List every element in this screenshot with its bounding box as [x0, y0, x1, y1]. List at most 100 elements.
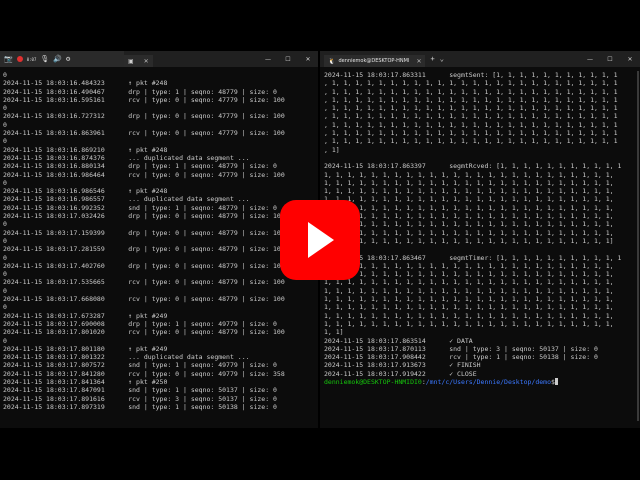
terminal-line: 2024-11-15 18:03:17.690008 drp | type: 1…: [3, 319, 277, 328]
terminal-line: , 1, 1, 1, 1, 1, 1, 1, 1, 1, 1, 1, 1, 1,…: [324, 112, 618, 121]
terminal-line: 2024-11-15 18:03:17.897319 snd | type: 1…: [3, 402, 277, 411]
terminal-line: 2024-11-15 18:03:17.673287 ↑ pkt #249: [3, 311, 168, 320]
terminal-line: 1, 1, 1, 1, 1, 1, 1, 1, 1, 1, 1, 1, 1, 1…: [324, 212, 614, 221]
terminal-line: , 1, 1, 1, 1, 1, 1, 1, 1, 1, 1, 1, 1, 1,…: [324, 129, 618, 138]
terminal-line: 2024-11-15 18:03:17.863397 segmtRcved: […: [324, 162, 622, 171]
terminal-line: 1, 1, 1, 1, 1, 1, 1, 1, 1, 1, 1, 1, 1, 1…: [324, 187, 614, 196]
terminal-line: 1, 1, 1, 1, 1, 1, 1, 1, 1, 1, 1, 1, 1, 1…: [324, 195, 614, 204]
microphone-icon[interactable]: 🎙: [40, 55, 49, 63]
terminal-line: 2024-11-15 18:03:17.863311 segmtSent: [1…: [324, 71, 618, 79]
terminal-line: , 1, 1, 1, 1, 1, 1, 1, 1, 1, 1, 1, 1, 1,…: [324, 95, 618, 104]
terminal-line: 2024-11-15 18:03:17.801020 rcv | type: 0…: [3, 328, 285, 337]
tab-close-icon[interactable]: ✕: [144, 58, 149, 65]
left-terminal-window: ▣ ✕ — ☐ ✕ 📷 0:07 🎙 🔊 ⚙ 0 2024-11-15 18:03…: [0, 51, 318, 428]
terminal-line: 1, 1, 1, 1, 1, 1, 1, 1, 1, 1, 1, 1, 1, 1…: [324, 278, 614, 287]
settings-icon[interactable]: ⚙: [66, 55, 70, 63]
terminal-line: , 1, 1, 1, 1, 1, 1, 1, 1, 1, 1, 1, 1, 1,…: [324, 79, 618, 88]
terminal-line: 2024-11-15 18:03:17.891616 rcv | type: 3…: [3, 394, 277, 403]
prompt-path: /mnt/c/Users/Dennie/Desktop/demo: [425, 377, 551, 386]
terminal-line: 0: [3, 104, 7, 113]
terminal-line: 2024-11-15 18:03:17.841364 ↑ pkt #250: [3, 377, 168, 386]
terminal-line: 2024-11-15 18:03:16.880134 drp | type: 1…: [3, 162, 277, 171]
record-icon[interactable]: [16, 56, 23, 62]
terminal-line: 1, 1, 1, 1, 1, 1, 1, 1, 1, 1, 1, 1, 1, 1…: [324, 270, 614, 279]
shell-prompt[interactable]: denniemok@DESKTOP-HNMIDI0:/mnt/c/Users/D…: [324, 377, 638, 386]
left-terminal-tab[interactable]: ▣ ✕: [124, 55, 153, 67]
text-cursor: [554, 377, 558, 385]
terminal-line: 2024-11-15 18:03:16.992352 snd | type: 1…: [3, 203, 277, 212]
terminal-line: 2024-11-15 18:03:17.863467 segmtTimer: […: [324, 253, 622, 262]
minimize-button[interactable]: —: [580, 51, 600, 67]
left-terminal-output[interactable]: 0 2024-11-15 18:03:16.484323 ↑ pkt #248 20…: [3, 71, 316, 411]
prompt-user: denniemok@DESKTOP-HNMIDI0: [324, 377, 422, 386]
terminal-line: 2024-11-15 18:03:17.402760 drp | type: 0…: [3, 261, 285, 270]
terminal-line: 2024-11-15 18:03:16.490467 drp | type: 1…: [3, 87, 277, 96]
scrollbar[interactable]: [637, 71, 639, 421]
terminal-line: 0: [3, 270, 7, 279]
terminal-line: 0: [3, 336, 7, 345]
terminal-line: 0: [3, 253, 7, 262]
left-window-controls: — ☐ ✕: [258, 51, 318, 67]
camera-icon[interactable]: 📷: [4, 55, 13, 63]
terminal-line: 2024-11-15 18:03:17.913673 ✓ FINISH: [324, 361, 481, 370]
terminal-line: 0: [3, 178, 7, 187]
terminal-line: 2024-11-15 18:03:17.281559 drp | type: 0…: [3, 245, 285, 254]
play-icon: [308, 222, 334, 258]
right-terminal-output[interactable]: 2024-11-15 18:03:17.863311 segmtSent: [1…: [324, 71, 638, 386]
terminal-line: 2024-11-15 18:03:17.032426 drp | type: 0…: [3, 212, 285, 221]
terminal-line: 2024-11-15 18:03:16.869210 ↑ pkt #248: [3, 145, 168, 154]
chevron-down-icon[interactable]: ⌄: [440, 55, 444, 63]
terminal-line: 2024-11-15 18:03:16.727312 drp | type: 0…: [3, 112, 285, 121]
terminal-line: 2024-11-15 18:03:17.535665 rcv | type: 0…: [3, 278, 285, 287]
terminal-line: 2024-11-15 18:03:16.874376 ... duplicate…: [3, 153, 250, 162]
maximize-button[interactable]: ☐: [278, 51, 298, 67]
maximize-button[interactable]: ☐: [600, 51, 620, 67]
terminal-line: 2024-11-15 18:03:17.841280 rcv | type: 0…: [3, 369, 285, 378]
close-button[interactable]: ✕: [620, 51, 640, 67]
terminal-line: 0: [3, 286, 7, 295]
new-tab-icon[interactable]: +: [430, 55, 434, 63]
terminal-line: 2024-11-15 18:03:17.801322 ... duplicate…: [3, 353, 250, 362]
tab-close-icon[interactable]: ✕: [416, 58, 421, 65]
right-tab-title: denniemok@DESKTOP-HNMI: [338, 58, 410, 64]
terminal-line: 0: [3, 120, 7, 129]
terminal-line: 1, 1, 1, 1, 1, 1, 1, 1, 1, 1, 1, 1, 1, 1…: [324, 178, 614, 187]
terminal-line: 1, 1]: [324, 328, 344, 337]
speaker-icon[interactable]: 🔊: [53, 55, 62, 63]
terminal-line: , 1, 1, 1, 1, 1, 1, 1, 1, 1, 1, 1, 1, 1,…: [324, 137, 618, 146]
terminal-line: 0: [3, 303, 7, 312]
terminal-line: 2024-11-15 18:03:17.668080 rcv | type: 0…: [3, 295, 285, 304]
terminal-line: 2024-11-15 18:03:17.863514 ✓ DATA: [324, 336, 473, 345]
terminal-line: 1, 1, 1, 1, 1, 1, 1, 1, 1, 1, 1, 1, 1, 1…: [324, 220, 614, 229]
youtube-play-button[interactable]: [280, 200, 360, 280]
terminal-line: 1, 1, 1, 1, 1, 1, 1, 1, 1, 1, 1, 1, 1, 1…: [324, 311, 614, 320]
linux-icon: 🐧: [328, 57, 336, 65]
terminal-line: 2024-11-15 18:03:17.847091 snd | type: 1…: [3, 386, 277, 395]
terminal-line: 2024-11-15 18:03:16.484323 ↑ pkt #248: [3, 79, 168, 88]
terminal-line: 0: [3, 236, 7, 245]
terminal-line: 2024-11-15 18:03:16.986464 rcv | type: 0…: [3, 170, 285, 179]
close-button[interactable]: ✕: [298, 51, 318, 67]
terminal-line: 2024-11-15 18:03:17.807572 snd | type: 1…: [3, 361, 277, 370]
terminal-line: 1, 1, 1, 1, 1, 1, 1, 1, 1, 1, 1, 1, 1, 1…: [324, 261, 614, 270]
terminal-line: 2024-11-15 18:03:17.801180 ↑ pkt #249: [3, 344, 168, 353]
terminal-line: 2024-11-15 18:03:16.986557 ... duplicate…: [3, 195, 250, 204]
terminal-icon: ▣: [128, 57, 134, 65]
minimize-button[interactable]: —: [258, 51, 278, 67]
record-timer: 0:07: [26, 56, 37, 62]
right-terminal-tab[interactable]: 🐧 denniemok@DESKTOP-HNMI ✕: [324, 55, 426, 67]
terminal-line: 2024-11-15 18:03:17.919422 ✓ CLOSE: [324, 369, 477, 378]
right-window-controls: — ☐ ✕: [580, 51, 640, 67]
game-bar-overlay: 📷 0:07 🎙 🔊 ⚙: [0, 51, 124, 67]
terminal-line: 1, 1, 1, 1, 1, 1, 1, 1, 1, 1, 1, 1, 1, 1…: [324, 228, 614, 237]
terminal-line: 1, 1, 1, 1, 1, 1, 1, 1, 1, 1, 1, 1, 1, 1…: [324, 303, 614, 312]
terminal-line: , 1]: [324, 145, 340, 154]
terminal-line: 2024-11-15 18:03:17.870113 snd | type: 3…: [324, 344, 598, 353]
right-terminal-window: 🐧 denniemok@DESKTOP-HNMI ✕ + ⌄ — ☐ ✕ 202…: [320, 51, 640, 428]
right-titlebar: 🐧 denniemok@DESKTOP-HNMI ✕ + ⌄ — ☐ ✕: [320, 51, 640, 67]
terminal-line: 1, 1, 1, 1, 1, 1, 1, 1, 1, 1, 1, 1, 1, 1…: [324, 286, 614, 295]
terminal-line: 1, 1, 1, 1, 1, 1, 1, 1, 1, 1, 1, 1, 1, 1…: [324, 170, 614, 179]
terminal-line: 1, 1, 1, 1, 1, 1, 1, 1, 1, 1, 1, 1, 1, 1…: [324, 236, 614, 245]
